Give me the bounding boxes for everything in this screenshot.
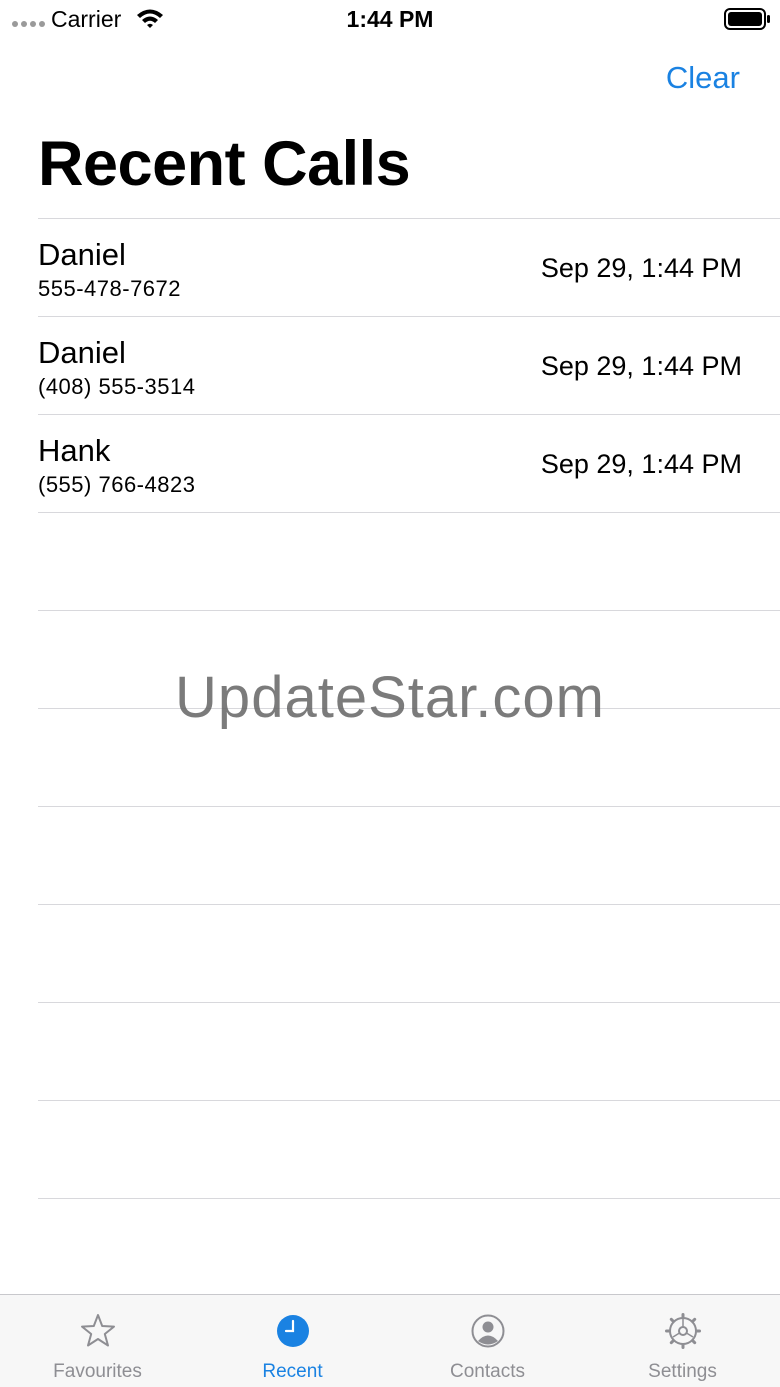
tab-contacts[interactable]: Contacts xyxy=(390,1295,585,1387)
tab-label: Favourites xyxy=(53,1361,142,1382)
call-row[interactable]: Daniel (408) 555-3514 Sep 29, 1:44 PM xyxy=(38,316,780,414)
empty-row xyxy=(38,1100,780,1198)
call-row[interactable]: Hank (555) 766-4823 Sep 29, 1:44 PM xyxy=(38,414,780,512)
call-time: Sep 29, 1:44 PM xyxy=(540,351,742,381)
empty-row xyxy=(38,512,780,610)
caller-name: Hank xyxy=(38,433,111,468)
call-row[interactable]: Daniel 555-478-7672 Sep 29, 1:44 PM xyxy=(38,218,780,316)
clock-icon xyxy=(277,1315,309,1347)
caller-name: Daniel xyxy=(38,237,126,272)
recent-calls-screen: Carrier 1:44 PM Clear Recent Calls Danie… xyxy=(0,0,780,1387)
caller-number: (408) 555-3514 xyxy=(38,374,196,399)
battery-icon xyxy=(724,8,770,30)
tab-bar: Favourites Recent Contacts Settings xyxy=(0,1294,780,1387)
empty-row xyxy=(38,1198,780,1296)
tab-settings[interactable]: Settings xyxy=(585,1295,780,1387)
caller-name: Daniel xyxy=(38,335,126,370)
tab-recent[interactable]: Recent xyxy=(195,1295,390,1387)
recent-calls-list: Daniel 555-478-7672 Sep 29, 1:44 PM Dani… xyxy=(38,218,780,1296)
gear-icon xyxy=(665,1313,701,1349)
empty-row xyxy=(38,904,780,1002)
status-time: 1:44 PM xyxy=(346,6,434,32)
tab-label: Recent xyxy=(262,1361,323,1382)
tab-label: Contacts xyxy=(450,1361,525,1382)
caller-number: (555) 766-4823 xyxy=(38,472,196,497)
empty-row xyxy=(38,806,780,904)
empty-row xyxy=(38,1002,780,1100)
watermark: UpdateStar.com xyxy=(175,665,605,730)
tab-label: Settings xyxy=(648,1361,717,1382)
status-bar: Carrier 1:44 PM xyxy=(0,0,780,40)
clear-button[interactable]: Clear xyxy=(666,60,740,96)
star-icon xyxy=(81,1314,115,1347)
call-time: Sep 29, 1:44 PM xyxy=(540,449,742,479)
person-circle-icon xyxy=(471,1314,505,1348)
page-title: Recent Calls xyxy=(38,129,411,199)
call-time: Sep 29, 1:44 PM xyxy=(540,253,742,283)
caller-number: 555-478-7672 xyxy=(38,276,182,301)
tab-favourites[interactable]: Favourites xyxy=(0,1295,195,1387)
